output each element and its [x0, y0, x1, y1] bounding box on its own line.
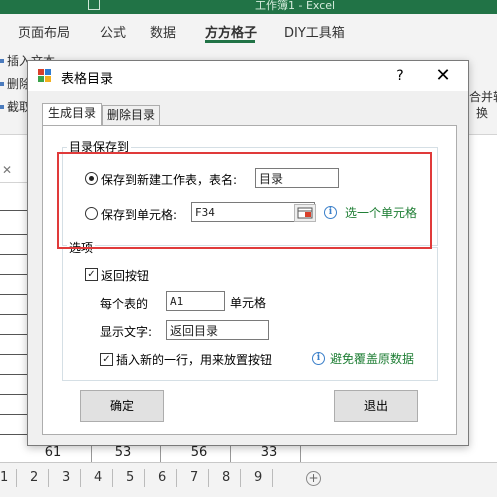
ribbon-tab-fangfangezi[interactable]: 方方格子: [205, 22, 257, 41]
ribbon-merge-convert[interactable]: 合并转: [469, 88, 497, 105]
worksheet-row: 61 53 56 33: [28, 444, 468, 461]
sheet-tab[interactable]: 2: [30, 470, 38, 485]
active-tab-underline: [205, 40, 255, 43]
save-icon[interactable]: [88, 0, 100, 10]
ribbon-tab-data[interactable]: 数据: [150, 22, 176, 41]
sheet-tab[interactable]: 5: [126, 470, 134, 485]
ok-button[interactable]: 确定: [80, 390, 164, 422]
insert-row-label[interactable]: 插入新的一行，用来放置按钮: [116, 351, 272, 368]
table-of-contents-dialog: 表格目录 ? ✕ 生成目录 删除目录 目录保存到 保存到新建工作表，表名: 目录…: [27, 60, 469, 446]
each-sheet-cell-input[interactable]: A1: [166, 291, 225, 311]
excel-title-bar: 工作簿1 - Excel: [0, 0, 497, 14]
worksheet-grid-edge: [0, 210, 28, 460]
ribbon-convert[interactable]: 换: [476, 104, 488, 121]
excel-window-title: 工作簿1 - Excel: [255, 0, 336, 12]
highlight-annotation-box: [57, 152, 432, 249]
sheet-tab[interactable]: 7: [190, 470, 198, 485]
cell[interactable]: 61: [28, 444, 78, 461]
tab-generate-toc[interactable]: 生成目录: [42, 103, 102, 125]
tab-delete-toc[interactable]: 删除目录: [102, 105, 160, 125]
sheet-tab-bar: 1 2 3 4 5 6 7 8 9 +: [0, 462, 497, 497]
bullet-icon: [0, 105, 4, 109]
display-text-label: 显示文字:: [100, 325, 153, 339]
sheet-tab[interactable]: 3: [62, 470, 70, 485]
sheet-tab[interactable]: 8: [222, 470, 230, 485]
return-button-checkbox[interactable]: ✓: [85, 268, 98, 281]
dialog-title: 表格目录: [61, 72, 114, 87]
bullet-icon: [0, 59, 4, 63]
add-sheet-icon[interactable]: +: [306, 471, 321, 486]
display-text-input[interactable]: 返回目录: [166, 320, 269, 340]
cell[interactable]: 56: [174, 444, 224, 461]
cell[interactable]: 53: [98, 444, 148, 461]
sheet-tab[interactable]: 4: [94, 470, 102, 485]
app-icon: [38, 69, 51, 82]
cell-unit-label: 单元格: [230, 296, 267, 310]
close-button[interactable]: ✕: [431, 65, 455, 87]
exit-button[interactable]: 退出: [334, 390, 418, 422]
ribbon-tab-formulas[interactable]: 公式: [100, 22, 126, 41]
ribbon-tab-diy-toolbox[interactable]: DIY工具箱: [284, 22, 345, 41]
sheet-tab[interactable]: 9: [254, 470, 262, 485]
bullet-icon: [0, 82, 4, 86]
help-button[interactable]: ?: [390, 66, 410, 86]
ribbon-tab-page-layout[interactable]: 页面布局: [18, 22, 70, 41]
cancel-formula-icon[interactable]: ✕: [2, 163, 12, 177]
cell[interactable]: 33: [244, 444, 294, 461]
insert-row-hint: 避免覆盖原数据: [330, 352, 415, 366]
dialog-title-bar: 表格目录 ? ✕: [28, 61, 468, 91]
info-icon: i: [312, 352, 325, 365]
insert-row-checkbox[interactable]: ✓: [100, 353, 113, 366]
sheet-tab[interactable]: 1: [0, 470, 8, 485]
each-sheet-label: 每个表的: [100, 297, 149, 311]
sheet-tab[interactable]: 6: [158, 470, 166, 485]
return-button-label[interactable]: 返回按钮: [101, 267, 149, 284]
